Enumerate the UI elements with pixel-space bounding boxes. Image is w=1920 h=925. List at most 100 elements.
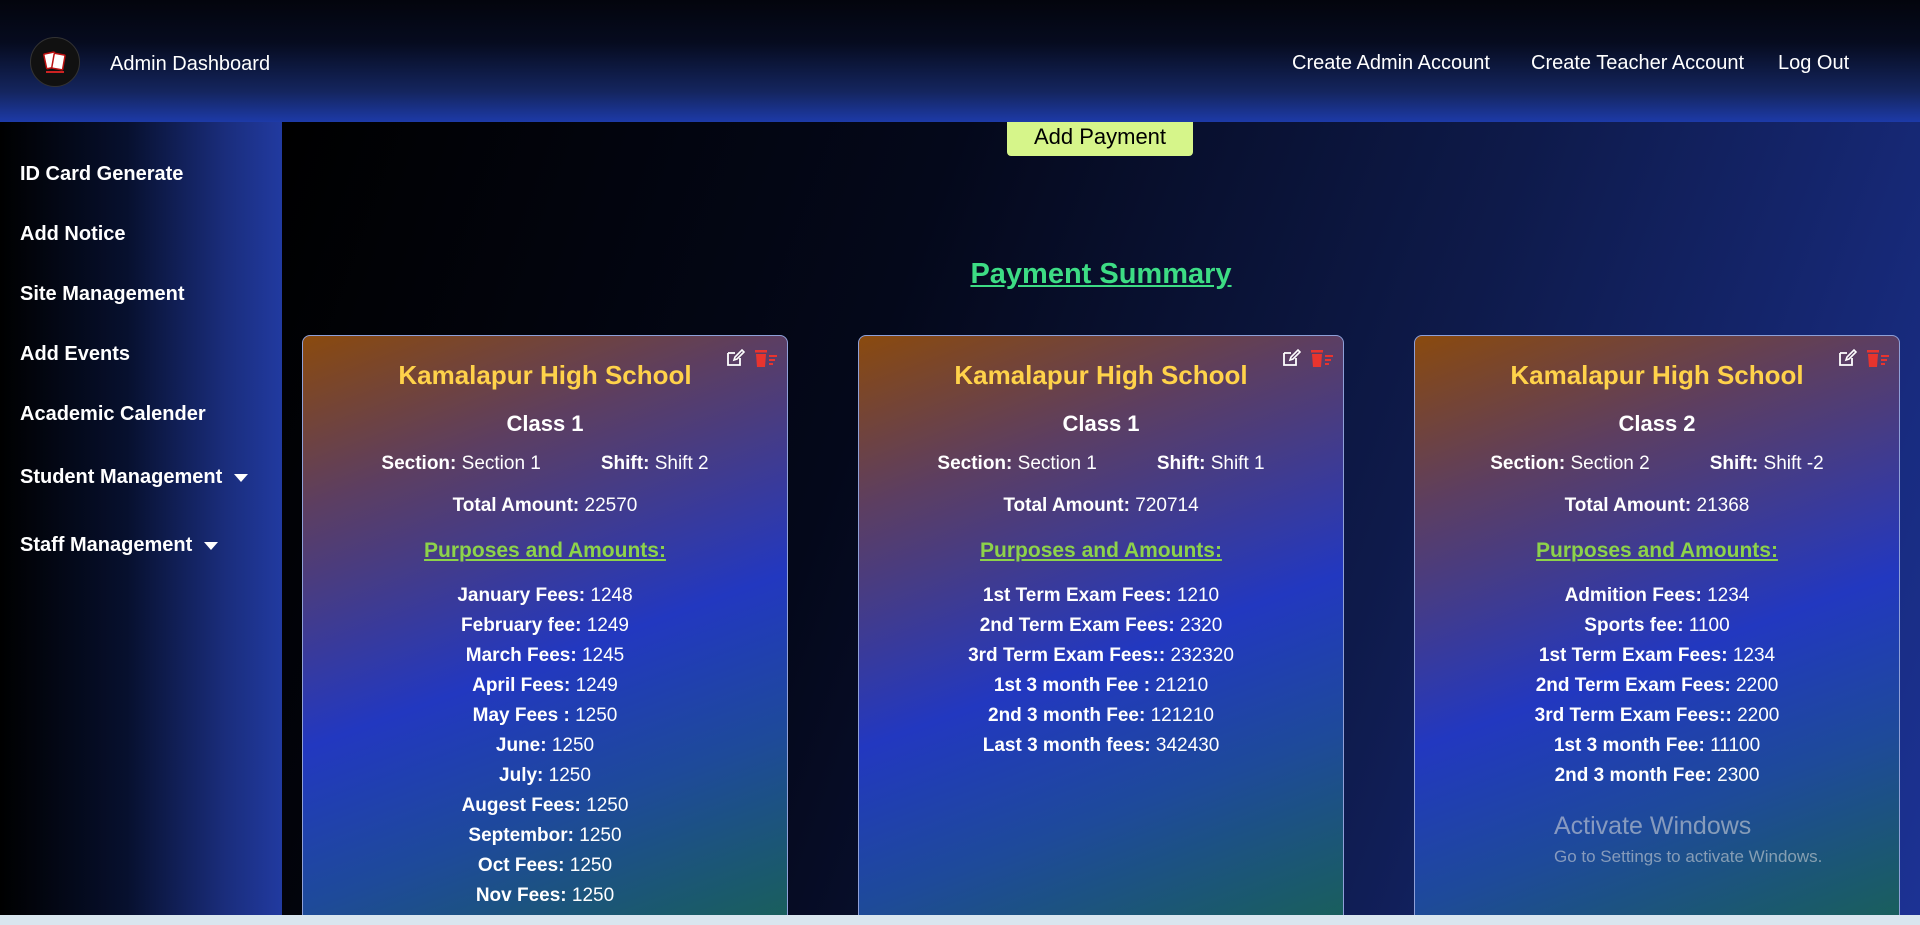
total-amount: Total Amount: 21368 <box>1415 495 1899 517</box>
fee-label: July: <box>499 765 544 786</box>
fee-amount: 232320 <box>1170 645 1234 666</box>
fee-amount: 1100 <box>1688 615 1730 636</box>
fee-amount: 1250 <box>548 765 591 786</box>
delete-icon[interactable] <box>753 348 779 368</box>
sidebar-item-student-management[interactable]: Student Management <box>20 466 249 489</box>
fee-item: 3rd Term Exam Fees:: 2200 <box>1415 701 1899 731</box>
fee-item: April Fees: 1249 <box>303 671 787 701</box>
card-actions <box>1837 348 1891 368</box>
fee-item: February fee: 1249 <box>303 611 787 641</box>
watermark-subtitle: Go to Settings to activate Windows. <box>1554 847 1823 866</box>
total-amount: Total Amount: 22570 <box>303 495 787 517</box>
shift-field: Shift: Shift 2 <box>601 453 709 475</box>
fee-list: 1st Term Exam Fees: 1210 2nd Term Exam Fe… <box>859 581 1343 761</box>
fee-item: 2nd 3 month Fee: 2300 <box>1415 761 1899 791</box>
section-value: Section 2 <box>1570 453 1650 474</box>
edit-icon[interactable] <box>1837 348 1857 368</box>
fee-item: 1st 3 month Fee: 11100 <box>1415 731 1899 761</box>
fee-label: 1st Term Exam Fees: <box>1538 645 1728 666</box>
school-name: Kamalapur High School <box>1510 360 1804 390</box>
fee-amount: 1250 <box>569 855 613 876</box>
edit-icon[interactable] <box>725 348 745 368</box>
app-logo-icon[interactable] <box>30 37 80 87</box>
windows-activation-watermark: Activate Windows Go to Settings to activ… <box>1554 812 1822 867</box>
fee-item: January Fees: 1248 <box>303 581 787 611</box>
sidebar-item-add-events[interactable]: Add Events <box>20 343 130 366</box>
card-actions <box>725 348 779 368</box>
shift-label: Shift: <box>600 453 650 474</box>
sidebar-item-id-card-generate[interactable]: ID Card Generate <box>20 163 183 186</box>
sidebar-item-add-notice[interactable]: Add Notice <box>20 223 126 246</box>
total-label: Total Amount: <box>452 495 580 516</box>
fee-item: Admition Fees: 1234 <box>1415 581 1899 611</box>
fee-amount: 11100 <box>1710 735 1761 756</box>
school-name: Kamalapur High School <box>398 360 692 390</box>
bottom-scroll-strip <box>0 915 1920 925</box>
total-label: Total Amount: <box>1564 495 1692 516</box>
fee-label: Augest Fees: <box>461 795 581 816</box>
delete-icon[interactable] <box>1309 348 1335 368</box>
sidebar-item-label: Add Notice <box>20 223 126 245</box>
sidebar-item-site-management[interactable]: Site Management <box>20 283 184 306</box>
fee-amount: 1249 <box>586 615 629 636</box>
fee-item: 1st Term Exam Fees: 1210 <box>859 581 1343 611</box>
section-field: Section: Section 2 <box>1490 453 1649 475</box>
log-out-link[interactable]: Log Out <box>1778 52 1849 75</box>
section-shift-row: Section: Section 2 Shift: Shift -2 <box>1415 453 1899 475</box>
chevron-down-icon[interactable] <box>204 541 219 550</box>
fee-label: Oct Fees: <box>477 855 565 876</box>
fee-amount: 1250 <box>579 825 622 846</box>
top-header: Admin Dashboard Create Admin Account Cre… <box>0 0 1920 122</box>
fee-amount: 1250 <box>586 795 629 816</box>
delete-icon[interactable] <box>1865 348 1891 368</box>
fee-label: Last 3 month fees: <box>982 735 1151 756</box>
total-label: Total Amount: <box>1003 495 1130 516</box>
fee-label: June: <box>495 735 547 756</box>
fee-amount: 1249 <box>575 675 618 696</box>
purposes-heading: Purposes and Amounts: <box>1536 539 1778 562</box>
shift-label: Shift: <box>1709 453 1759 474</box>
add-payment-button[interactable]: Add Payment <box>1007 122 1193 156</box>
fee-item: 1st 3 month Fee : 21210 <box>859 671 1343 701</box>
fee-amount: 1250 <box>571 885 615 906</box>
edit-icon[interactable] <box>1281 348 1301 368</box>
fee-label: 3rd Term Exam Fees:: <box>1534 705 1732 726</box>
fee-amount: 342430 <box>1155 735 1220 756</box>
fee-item: Last 3 month fees: 342430 <box>859 731 1343 761</box>
fee-item: 2nd Term Exam Fees: 2200 <box>1415 671 1899 701</box>
create-admin-account-link[interactable]: Create Admin Account <box>1292 52 1490 75</box>
section-field: Section: Section 1 <box>381 453 540 475</box>
create-teacher-account-link[interactable]: Create Teacher Account <box>1531 52 1744 75</box>
sidebar-item-academic-calender[interactable]: Academic Calender <box>20 403 206 426</box>
fee-amount: 21210 <box>1155 675 1209 696</box>
fee-item: Septembor: 1250 <box>303 821 787 851</box>
fee-amount: 121210 <box>1150 705 1214 726</box>
fee-amount: 2320 <box>1180 615 1223 636</box>
sidebar-item-label: Add Events <box>20 343 131 365</box>
fee-label: 2nd 3 month Fee: <box>1554 765 1712 786</box>
section-value: Section 1 <box>461 453 541 474</box>
payment-card: Kamalapur High School Class 1 Section: Sec… <box>858 335 1344 915</box>
fee-label: 1st 3 month Fee : <box>993 675 1151 696</box>
total-value: 22570 <box>584 495 638 516</box>
fee-amount: 2300 <box>1717 765 1760 786</box>
class-name: Class 1 <box>1062 411 1140 436</box>
shift-label: Shift: <box>1156 453 1206 474</box>
section-label: Section: <box>937 453 1013 474</box>
class-name: Class 2 <box>1618 411 1696 436</box>
purposes-heading: Purposes and Amounts: <box>980 539 1222 562</box>
sidebar-item-staff-management[interactable]: Staff Management <box>20 534 219 557</box>
total-value: 720714 <box>1135 495 1199 516</box>
class-name: Class 1 <box>506 411 584 436</box>
fee-amount: 1250 <box>575 705 618 726</box>
fee-label: Admition Fees: <box>1564 585 1702 606</box>
fee-item: July: 1250 <box>303 761 787 791</box>
fee-item: May Fees : 1250 <box>303 701 787 731</box>
shift-field: Shift: Shift -2 <box>1710 453 1824 475</box>
shift-field: Shift: Shift 1 <box>1157 453 1265 475</box>
fee-item: Nov Fees: 1250 <box>303 881 787 911</box>
fee-item: 2nd 3 month Fee: 121210 <box>859 701 1343 731</box>
fee-amount: 1234 <box>1707 585 1750 606</box>
fee-item: March Fees: 1245 <box>303 641 787 671</box>
chevron-down-icon[interactable] <box>234 473 249 482</box>
